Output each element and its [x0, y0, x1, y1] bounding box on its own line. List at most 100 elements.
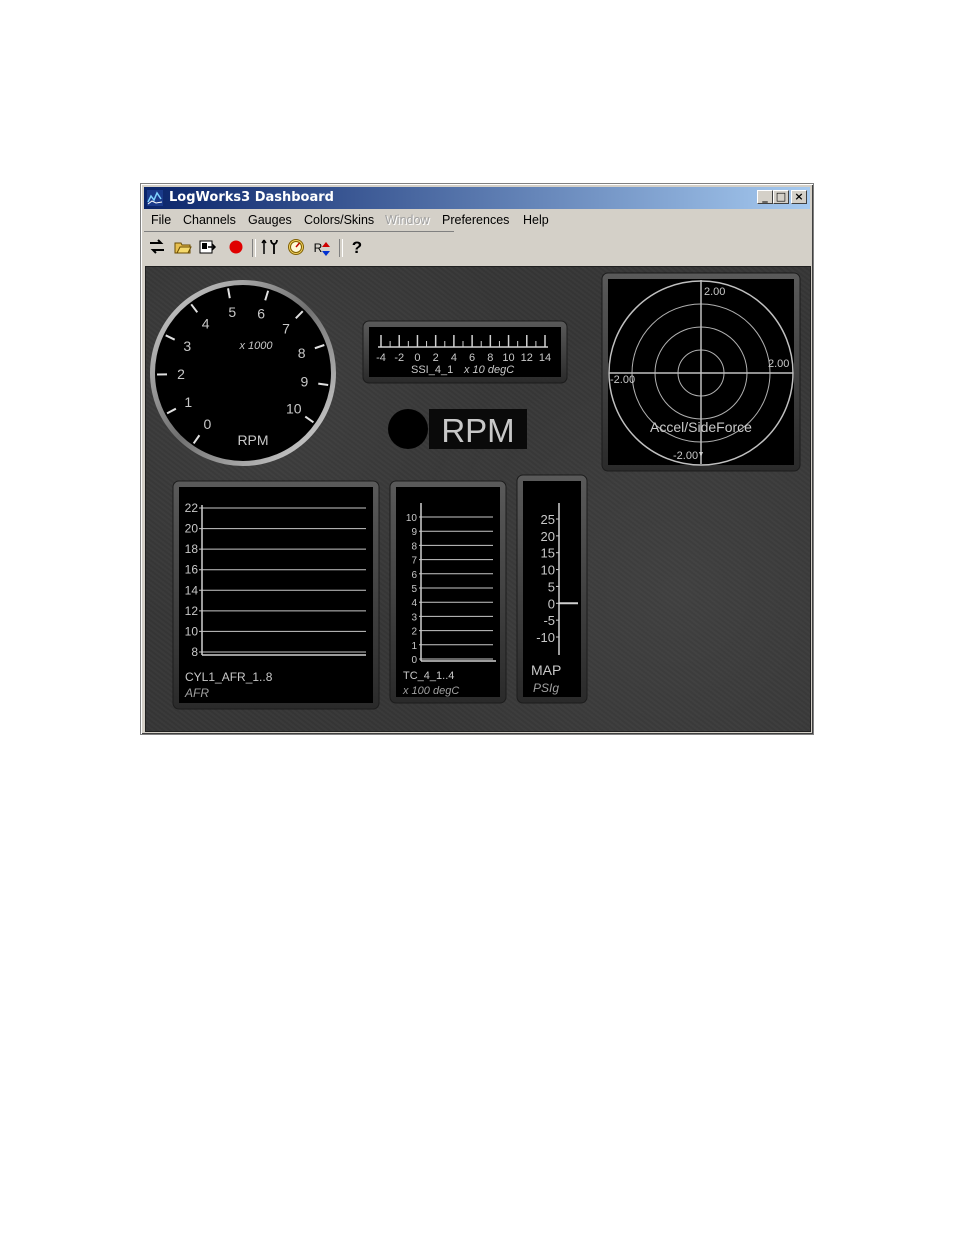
tc-tick-label: 5 — [411, 584, 417, 595]
gauge-icon[interactable] — [286, 238, 306, 258]
ssi-tick-label: 10 — [502, 352, 514, 364]
tc-tick-label: 6 — [411, 570, 417, 581]
accel-left-label: -2.00 — [610, 374, 635, 386]
ssi-tick-label: 0 — [414, 352, 420, 364]
afr-tick-label: 22 — [185, 501, 199, 515]
ssi-gauge: -4 -2 0 2 4 6 8 10 12 14 SSI_4_1 x 10 degC — [362, 320, 568, 384]
r-label: R — [313, 241, 323, 255]
accel-sideforce-gauge: 2.00 2.00 -2.00 -2.00 Accel/SideForce — [601, 272, 801, 472]
rpm-tick — [318, 382, 329, 386]
menu-window: Window — [385, 213, 430, 227]
record-icon[interactable] — [226, 238, 246, 258]
ssi-unit-label: x 10 degC — [463, 364, 514, 376]
map-tick-label: 15 — [541, 546, 555, 561]
rpm-tick-label: 2 — [177, 366, 185, 382]
ssi-tick-label: 8 — [487, 352, 493, 364]
tc-tick-label: 7 — [411, 556, 417, 567]
close-button[interactable]: × — [791, 190, 807, 204]
export-icon[interactable] — [198, 238, 218, 258]
maximize-button[interactable]: □ — [773, 190, 789, 204]
ssi-tick-label: 14 — [539, 352, 551, 364]
title-bar[interactable]: LogWorks3 Dashboard _ □ × — [144, 187, 810, 209]
rpm-indicator-light — [388, 409, 428, 449]
afr-tick-label: 12 — [185, 604, 199, 618]
rpm-tick-label: 3 — [183, 338, 191, 354]
map-tick-label: 25 — [541, 512, 555, 527]
rpm-dial-gauge: 012345 678910 x 1000 RPM — [150, 280, 336, 466]
rpm-tick-label: 8 — [298, 345, 306, 361]
afr-channel-label: CYL1_AFR_1..8 — [185, 670, 273, 684]
tc-tick-label: 2 — [411, 627, 417, 638]
menu-colors-skins[interactable]: Colors/Skins — [304, 213, 374, 227]
afr-tick-label: 10 — [185, 624, 199, 638]
ssi-tick-label: 12 — [521, 352, 533, 364]
help-icon[interactable]: ? — [347, 238, 367, 258]
menu-file[interactable]: File — [151, 213, 171, 227]
map-tick-label: -5 — [543, 613, 555, 628]
tc-tick-label: 1 — [411, 641, 417, 652]
help-label: ? — [351, 238, 363, 257]
menu-channels[interactable]: Channels — [183, 213, 236, 227]
afr-tick-label: 20 — [185, 522, 199, 536]
ssi-tick-label: -4 — [376, 352, 386, 364]
tc-gauge: 109876543210 TC_4_1..4 x 100 degC — [389, 480, 507, 704]
minimize-button[interactable]: _ — [757, 190, 773, 204]
rpm-tick-label: 9 — [300, 374, 308, 390]
tc-tick-label: 0 — [411, 655, 417, 666]
afr-tick-label: 14 — [185, 583, 199, 597]
map-tick-label: -10 — [536, 630, 555, 645]
menu-bar: File Channels Gauges Colors/Skins Window… — [144, 211, 549, 232]
menu-gauges[interactable]: Gauges — [248, 213, 292, 227]
ssi-tick-label: 6 — [469, 352, 475, 364]
close-icon: × — [794, 190, 804, 203]
map-gauge: 25 20 15 105 0 -5 -10 MAP PSIg — [516, 474, 588, 704]
map-tick-label: 0 — [548, 596, 555, 611]
afr-unit-label: AFR — [184, 686, 209, 700]
tc-tick-label: 10 — [406, 513, 418, 524]
ssi-tick-label: 2 — [433, 352, 439, 364]
tc-channel-label: TC_4_1..4 — [403, 670, 454, 682]
tc-unit-label: x 100 degC — [402, 685, 459, 697]
accel-label: Accel/SideForce — [650, 419, 752, 435]
maximize-icon: □ — [775, 190, 787, 203]
menu-help[interactable]: Help — [523, 213, 549, 227]
window-title: LogWorks3 Dashboard — [169, 190, 334, 205]
rpm-tick-label: 0 — [204, 416, 212, 432]
map-tick-label: 20 — [541, 529, 555, 544]
rpm-digital-label: RPM — [441, 412, 514, 449]
toolbar: R ? — [144, 235, 810, 261]
r-arrows-icon[interactable]: R — [312, 238, 332, 258]
connect-icon[interactable] — [147, 238, 167, 258]
tc-tick-label: 4 — [411, 598, 417, 609]
tc-tick-label: 3 — [411, 612, 417, 623]
rpm-tick-label: 6 — [257, 306, 265, 322]
map-unit-label: PSIg — [533, 681, 559, 695]
ssi-channel-label: SSI_4_1 — [411, 364, 453, 376]
afr-gauge: 22 20 18 16 14 12 10 8 CYL1_AFR_1..8 AFR — [172, 480, 380, 710]
menu-preferences[interactable]: Preferences — [442, 213, 509, 227]
map-tick-label: 10 — [541, 563, 555, 578]
accel-top-label: 2.00 — [704, 286, 725, 298]
afr-tick-label: 18 — [185, 542, 199, 556]
map-channel-label: MAP — [531, 662, 561, 678]
ssi-tick-label: 4 — [451, 352, 457, 364]
rpm-tick-label: 5 — [228, 304, 236, 320]
app-logo-icon — [147, 190, 163, 206]
rpm-tick-label: 10 — [286, 401, 302, 417]
accel-bottom-label: -2.00 — [673, 450, 698, 462]
ssi-tick-label: -2 — [394, 352, 404, 364]
afr-tick-label: 8 — [191, 645, 198, 659]
tc-tick-label: 8 — [411, 541, 417, 552]
rpm-multiplier: x 1000 — [238, 340, 273, 352]
tc-tick-label: 9 — [411, 527, 417, 538]
rpm-dial-label: RPM — [237, 432, 268, 448]
accel-right-label: 2.00 — [768, 358, 789, 370]
rpm-digital-gauge: RPM — [388, 409, 527, 449]
tools-icon[interactable] — [260, 238, 280, 258]
map-tick-label: 5 — [548, 579, 555, 594]
afr-tick-label: 16 — [185, 563, 199, 577]
open-folder-icon[interactable] — [173, 238, 193, 258]
rpm-tick-label: 1 — [184, 394, 192, 410]
minimize-icon: _ — [762, 190, 768, 203]
dashboard-panel: 0 1 2 3 4 5 6 7 8 9 10 x 1000 RPM -4 -2 0 2 4 6 8 10 12 14 … — [145, 266, 811, 732]
